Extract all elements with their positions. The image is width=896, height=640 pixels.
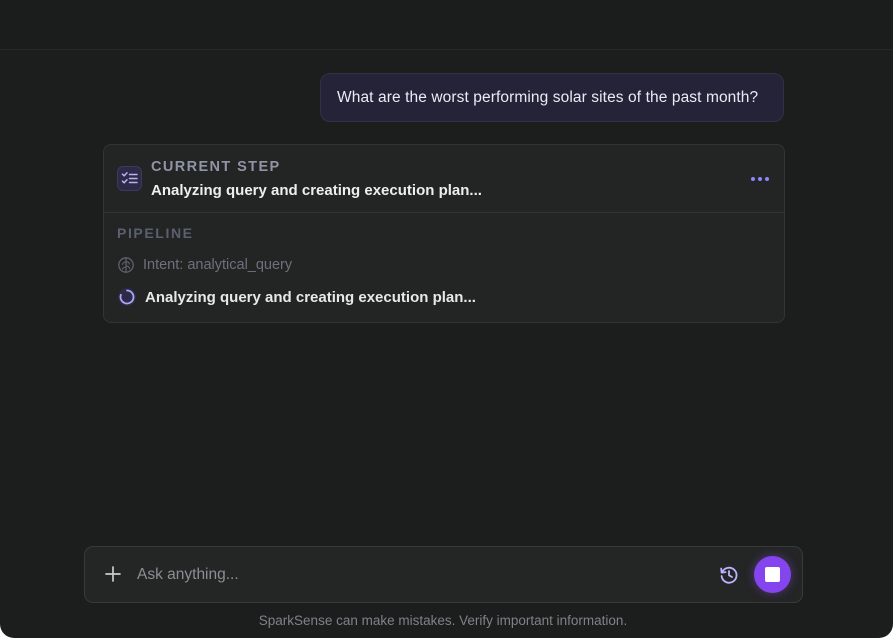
current-step-label: CURRENT STEP xyxy=(151,159,281,175)
stop-generation-button[interactable] xyxy=(754,556,791,593)
user-message-bubble: What are the worst performing solar site… xyxy=(320,73,784,122)
pipeline-item-intent-text: Intent: analytical_query xyxy=(143,257,293,273)
current-step-header: CURRENT STEP Analyzing query and creatin… xyxy=(104,145,784,213)
spinner-icon xyxy=(118,288,136,306)
more-horizontal-icon xyxy=(751,177,755,181)
pipeline-label: PIPELINE xyxy=(117,225,194,241)
history-icon[interactable] xyxy=(718,564,740,586)
pipeline-item-analyzing: Analyzing query and creating execution p… xyxy=(117,287,476,307)
ask-input[interactable] xyxy=(137,561,697,589)
progress-card: CURRENT STEP Analyzing query and creatin… xyxy=(103,144,785,323)
app-window: What are the worst performing solar site… xyxy=(0,0,893,638)
plus-icon[interactable] xyxy=(103,564,123,584)
top-bar xyxy=(0,0,893,50)
brain-icon xyxy=(118,257,134,273)
current-step-text: Analyzing query and creating execution p… xyxy=(151,182,482,199)
disclaimer-text: SparkSense can make mistakes. Verify imp… xyxy=(258,613,628,628)
message-composer xyxy=(84,546,803,603)
pipeline-item-analyzing-text: Analyzing query and creating execution p… xyxy=(145,288,476,306)
more-options-button[interactable] xyxy=(748,171,772,187)
pipeline-item-intent: Intent: analytical_query xyxy=(117,256,292,274)
checklist-icon xyxy=(117,166,142,191)
stop-icon xyxy=(765,567,780,582)
